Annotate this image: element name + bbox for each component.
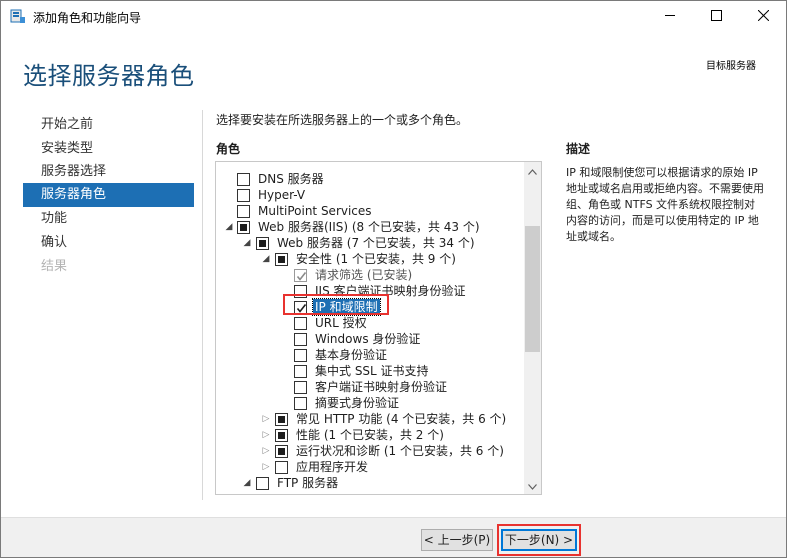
- role-label: DNS 服务器: [258, 172, 324, 186]
- role-checkbox[interactable]: [294, 349, 307, 362]
- instruction-text: 选择要安装在所选服务器上的一个或多个角色。: [216, 113, 469, 127]
- role-tree-item[interactable]: Hyper-V: [216, 187, 524, 203]
- role-tree-item[interactable]: ▷ 性能 (1 个已安装，共 2 个): [216, 427, 524, 443]
- role-label: Windows 身份验证: [315, 332, 421, 346]
- role-label: 基本身份验证: [315, 348, 388, 362]
- tree-collapse-icon[interactable]: ◢: [241, 235, 253, 251]
- role-label: 集中式 SSL 证书支持: [315, 364, 429, 378]
- role-label: Hyper-V: [258, 188, 306, 202]
- role-checkbox[interactable]: [294, 269, 307, 282]
- nav-item-before-you-begin[interactable]: 开始之前: [23, 113, 194, 137]
- previous-button[interactable]: < 上一步(P): [421, 529, 493, 551]
- nav-item-features[interactable]: 功能: [23, 207, 194, 231]
- role-tree-item[interactable]: ◢ Web 服务器(IIS) (8 个已安装，共 43 个): [216, 219, 524, 235]
- role-checkbox[interactable]: [237, 205, 250, 218]
- tree-collapse-icon[interactable]: ◢: [223, 219, 235, 235]
- role-label: 运行状况和诊断 (1 个已安装，共 6 个): [296, 444, 504, 458]
- role-label: FTP 服务器: [277, 476, 339, 490]
- role-checkbox[interactable]: [275, 461, 288, 474]
- wizard-nav: 开始之前 安装类型 服务器选择 服务器角色 功能 确认 结果: [23, 113, 194, 403]
- role-checkbox[interactable]: [294, 317, 307, 330]
- role-checkbox[interactable]: [275, 445, 288, 458]
- target-server-label: 目标服务器: [706, 61, 756, 72]
- role-checkbox[interactable]: [256, 477, 269, 490]
- next-button-highlight-box: [497, 524, 581, 556]
- role-tree-item[interactable]: 客户端证书映射身份验证: [216, 379, 524, 395]
- scroll-up-arrow-icon: [528, 164, 537, 178]
- wizard-footer: < 上一步(P) 下一步(N) >: [1, 517, 786, 557]
- window-title: 添加角色和功能向导: [33, 11, 142, 25]
- title-bar[interactable]: 添加角色和功能向导: [1, 1, 786, 32]
- role-label: 常见 HTTP 功能 (4 个已安装，共 6 个): [296, 412, 507, 426]
- role-tree-item[interactable]: MultiPoint Services: [216, 203, 524, 219]
- nav-item-results: 结果: [41, 259, 68, 274]
- roles-scrollbar[interactable]: [524, 162, 541, 494]
- role-tree-item[interactable]: 基本身份验证: [216, 347, 524, 363]
- role-label: Web 服务器(IIS) (8 个已安装，共 43 个): [258, 220, 480, 234]
- scroll-down-button[interactable]: [524, 477, 541, 494]
- role-checkbox[interactable]: [275, 413, 288, 426]
- role-tree-item[interactable]: 请求筛选 (已安装): [216, 267, 524, 283]
- role-tree-item[interactable]: 摘要式身份验证: [216, 395, 524, 411]
- nav-item-server-selection[interactable]: 服务器选择: [23, 160, 194, 184]
- role-checkbox[interactable]: [237, 189, 250, 202]
- ip-domain-highlight-box: [283, 294, 389, 315]
- close-icon: [757, 9, 769, 24]
- tree-expand-icon[interactable]: ▷: [260, 443, 272, 459]
- role-label: 摘要式身份验证: [315, 396, 400, 410]
- maximize-button[interactable]: [693, 1, 739, 32]
- nav-item-installation-type[interactable]: 安装类型: [23, 137, 194, 161]
- role-label: Web 服务器 (7 个已安装，共 34 个): [277, 236, 475, 250]
- role-label: 请求筛选 (已安装): [315, 268, 413, 282]
- role-checkbox[interactable]: [294, 397, 307, 410]
- close-button[interactable]: [740, 1, 786, 32]
- scroll-thumb[interactable]: [525, 226, 540, 352]
- role-checkbox[interactable]: [294, 333, 307, 346]
- scroll-up-button[interactable]: [524, 162, 541, 179]
- scroll-down-arrow-icon: [528, 479, 537, 493]
- role-tree-item[interactable]: ▷ 运行状况和诊断 (1 个已安装，共 6 个): [216, 443, 524, 459]
- tree-expand-icon[interactable]: ▷: [260, 411, 272, 427]
- role-label: MultiPoint Services: [258, 204, 372, 218]
- nav-item-confirmation[interactable]: 确认: [23, 231, 194, 255]
- role-checkbox[interactable]: [237, 221, 250, 234]
- tree-collapse-icon[interactable]: ◢: [260, 251, 272, 267]
- tree-expand-icon[interactable]: ▷: [260, 459, 272, 475]
- role-label: 客户端证书映射身份验证: [315, 380, 448, 394]
- role-checkbox[interactable]: [294, 365, 307, 378]
- roles-heading: 角色: [216, 142, 241, 156]
- role-tree-item[interactable]: ◢ FTP 服务器: [216, 475, 524, 491]
- role-tree-item[interactable]: ▷ 常见 HTTP 功能 (4 个已安装，共 6 个): [216, 411, 524, 427]
- maximize-icon: [710, 9, 722, 24]
- role-label: 性能 (1 个已安装，共 2 个): [296, 428, 444, 442]
- role-tree-item[interactable]: DNS 服务器: [216, 171, 524, 187]
- tree-collapse-icon[interactable]: ◢: [241, 475, 253, 491]
- role-checkbox[interactable]: [275, 253, 288, 266]
- role-tree-item[interactable]: ◢ 安全性 (1 个已安装，共 9 个): [216, 251, 524, 267]
- role-tree-item[interactable]: 集中式 SSL 证书支持: [216, 363, 524, 379]
- server-manager-icon: [10, 9, 26, 24]
- page-title: 选择服务器角色: [23, 62, 195, 90]
- role-label: URL 授权: [315, 316, 367, 330]
- description-heading: 描述: [566, 142, 591, 156]
- role-tree-item[interactable]: ▷ 应用程序开发: [216, 459, 524, 475]
- role-checkbox[interactable]: [294, 381, 307, 394]
- role-checkbox[interactable]: [275, 429, 288, 442]
- nav-item-server-roles[interactable]: 服务器角色: [23, 183, 194, 207]
- roles-tree[interactable]: DNS 服务器 Hyper-V MultiPoint Services ◢ Web 服务…: [215, 161, 542, 495]
- role-checkbox[interactable]: [256, 237, 269, 250]
- minimize-icon: [664, 10, 676, 24]
- role-tree-item[interactable]: URL 授权: [216, 315, 524, 331]
- role-tree-item[interactable]: Windows 身份验证: [216, 331, 524, 347]
- role-checkbox[interactable]: [237, 173, 250, 186]
- role-label: 应用程序开发: [296, 460, 369, 474]
- minimize-button[interactable]: [647, 1, 693, 32]
- description-text: IP 和域限制使您可以根据请求的原始 IP 地址或域名启用或拒绝内容。不需要使用…: [566, 166, 764, 243]
- wizard-window: 添加角色和功能向导 选择服务器角色 目标服务器 开始之前 安装类型 服务器选择 …: [0, 0, 787, 558]
- tree-expand-icon[interactable]: ▷: [260, 427, 272, 443]
- nav-divider: [202, 110, 203, 500]
- role-tree-item[interactable]: ◢ Web 服务器 (7 个已安装，共 34 个): [216, 235, 524, 251]
- role-label: 安全性 (1 个已安装，共 9 个): [296, 252, 456, 266]
